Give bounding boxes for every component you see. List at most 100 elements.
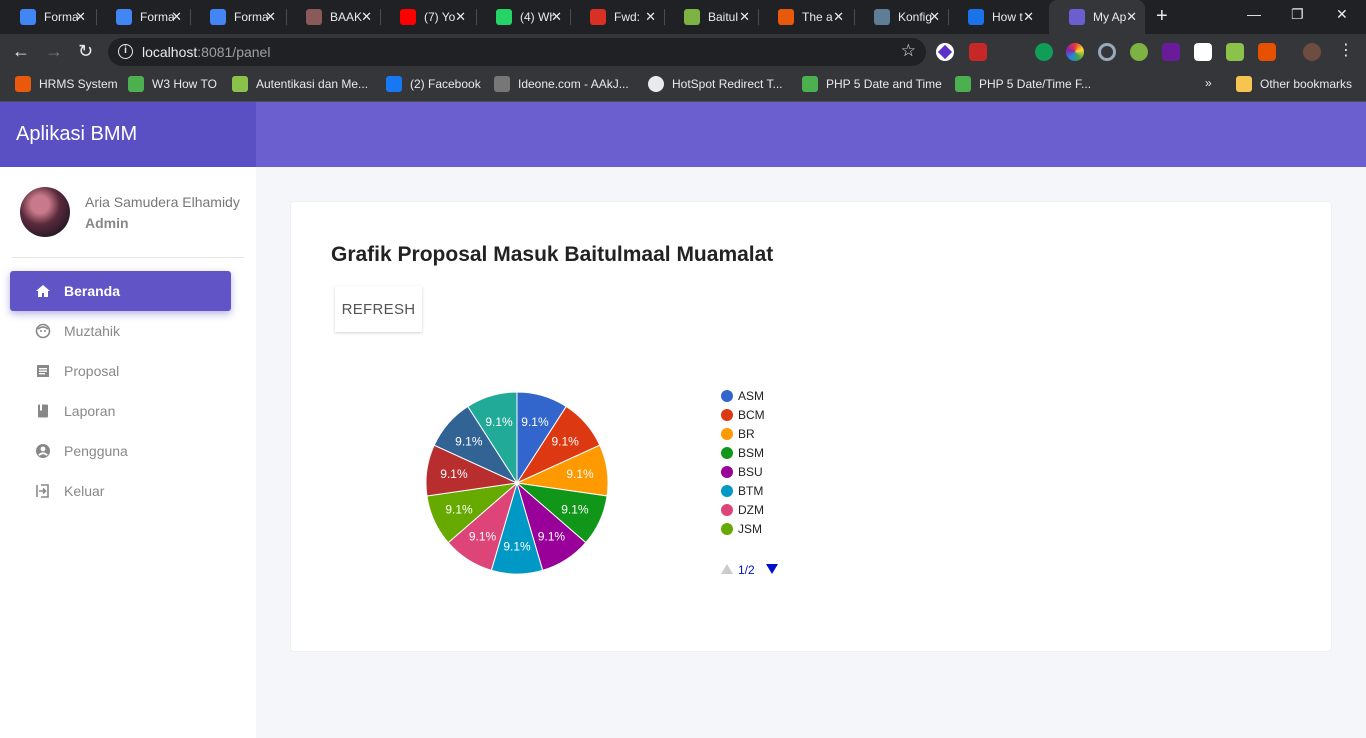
extension-square-icon[interactable] bbox=[1226, 43, 1244, 61]
account-icon bbox=[35, 443, 51, 459]
browser-tab[interactable]: Baitul ✕ bbox=[664, 0, 758, 34]
bookmark-item[interactable]: W3 How TO bbox=[128, 76, 217, 92]
browser-tab-strip: Forma ✕ Forma ✕ Forma ✕ BAAK ✕ (7) Yo ✕ (4) Wh ✕ Fwd… bbox=[0, 0, 1366, 34]
browser-tab[interactable]: (7) Yo ✕ bbox=[380, 0, 474, 34]
browser-tab[interactable]: Fwd: ✕ bbox=[570, 0, 664, 34]
site-info-icon[interactable]: i bbox=[118, 44, 133, 59]
close-tab-icon[interactable]: ✕ bbox=[739, 9, 750, 25]
browser-tab[interactable]: BAAK ✕ bbox=[286, 0, 380, 34]
tab-title: (7) Yo bbox=[424, 10, 456, 24]
restore-icon[interactable]: ❐ bbox=[1291, 6, 1304, 23]
browser-tab[interactable]: How t ✕ bbox=[948, 0, 1042, 34]
w3-icon bbox=[955, 76, 971, 92]
sidebar-item-keluar[interactable]: Keluar bbox=[10, 471, 231, 511]
w3-icon bbox=[128, 76, 144, 92]
close-window-icon[interactable]: ✕ bbox=[1336, 6, 1348, 23]
browser-tab[interactable]: Forma ✕ bbox=[96, 0, 190, 34]
sidebar-item-label: Keluar bbox=[64, 483, 105, 499]
menu-kebab-icon[interactable]: ⋮ bbox=[1338, 40, 1354, 60]
forward-icon[interactable]: → bbox=[45, 41, 63, 62]
address-bar[interactable]: i localhost:8081/panel ☆ bbox=[108, 38, 926, 66]
new-tab-button[interactable]: + bbox=[1156, 5, 1168, 28]
legend-prev-icon[interactable] bbox=[721, 564, 733, 574]
pie-chart: 9.1%9.1%9.1%9.1%9.1%9.1%9.1%9.1%9.1%9.1%… bbox=[425, 389, 778, 577]
close-tab-icon[interactable]: ✕ bbox=[645, 9, 656, 25]
profile-avatar-icon[interactable] bbox=[1303, 43, 1321, 61]
browser-tab[interactable]: The a ✕ bbox=[758, 0, 852, 34]
close-tab-icon[interactable]: ✕ bbox=[75, 9, 86, 25]
legend-label[interactable]: BTM bbox=[738, 484, 763, 498]
extension-color-icon[interactable] bbox=[1066, 43, 1084, 61]
legend-swatch bbox=[721, 409, 733, 421]
close-tab-icon[interactable]: ✕ bbox=[1126, 9, 1137, 25]
bookmark-item[interactable]: (2) Facebook bbox=[386, 76, 481, 92]
logout-icon bbox=[35, 483, 51, 499]
face-icon bbox=[35, 323, 51, 339]
extension-diamond-icon[interactable] bbox=[936, 43, 954, 61]
close-tab-icon[interactable]: ✕ bbox=[361, 9, 372, 25]
legend-label[interactable]: BSM bbox=[738, 446, 764, 460]
bookmark-item[interactable]: Ideone.com - AAkJ... bbox=[494, 76, 629, 92]
bookmark-item[interactable]: PHP 5 Date/Time F... bbox=[955, 76, 1091, 92]
close-tab-icon[interactable]: ✕ bbox=[1023, 9, 1034, 25]
browser-tab[interactable]: Konfig ✕ bbox=[854, 0, 948, 34]
pie-slice-label: 9.1% bbox=[455, 434, 483, 448]
pie-slice-label: 9.1% bbox=[440, 467, 468, 481]
extension-blank-icon[interactable] bbox=[1002, 43, 1020, 61]
back-icon[interactable]: ← bbox=[12, 41, 30, 62]
sidebar-item-muztahik[interactable]: Muztahik bbox=[10, 311, 231, 351]
bookmark-item[interactable]: HotSpot Redirect T... bbox=[648, 76, 783, 92]
bookmark-label: Ideone.com - AAkJ... bbox=[518, 77, 629, 91]
legend-next-icon[interactable] bbox=[766, 564, 778, 574]
pie-slice-label: 9.1% bbox=[521, 415, 549, 429]
browser-tab[interactable]: Forma ✕ bbox=[0, 0, 94, 34]
legend-swatch bbox=[721, 485, 733, 497]
bookmark-item[interactable]: HRMS System bbox=[15, 76, 118, 92]
close-tab-icon[interactable]: ✕ bbox=[551, 9, 562, 25]
legend-label[interactable]: BSU bbox=[738, 465, 763, 479]
close-tab-icon[interactable]: ✕ bbox=[265, 9, 276, 25]
browser-tab[interactable]: Forma ✕ bbox=[190, 0, 284, 34]
other-bookmarks-folder[interactable]: Other bookmarks bbox=[1236, 76, 1352, 92]
bookmark-star-icon[interactable]: ☆ bbox=[901, 41, 916, 61]
legend-swatch bbox=[721, 523, 733, 535]
close-tab-icon[interactable]: ✕ bbox=[833, 9, 844, 25]
bookmark-label: (2) Facebook bbox=[410, 77, 481, 91]
sidebar-item-proposal[interactable]: Proposal bbox=[10, 351, 231, 391]
bookmark-item[interactable]: Autentikasi dan Me... bbox=[232, 76, 368, 92]
close-tab-icon[interactable]: ✕ bbox=[929, 9, 940, 25]
tab-title: Forma bbox=[44, 10, 78, 24]
app-brand[interactable]: Aplikasi BMM bbox=[0, 102, 256, 167]
reload-icon[interactable]: ↻ bbox=[78, 41, 93, 62]
extension-ninja-icon[interactable] bbox=[1194, 43, 1212, 61]
bookmark-label: HotSpot Redirect T... bbox=[672, 77, 783, 91]
sidebar-item-beranda[interactable]: Beranda bbox=[10, 271, 231, 311]
legend-label[interactable]: BCM bbox=[738, 408, 765, 422]
sidebar-item-label: Pengguna bbox=[64, 443, 128, 459]
extension-ring-icon[interactable] bbox=[1098, 43, 1116, 61]
how-icon bbox=[968, 9, 984, 25]
sidebar-item-laporan[interactable]: Laporan bbox=[10, 391, 231, 431]
bookmark-item[interactable]: PHP 5 Date and Time bbox=[802, 76, 942, 92]
tab-title: (4) Wh bbox=[520, 10, 554, 24]
legend-label[interactable]: BR bbox=[738, 427, 755, 441]
url-text[interactable]: localhost:8081/panel bbox=[142, 44, 270, 60]
extension-x-icon[interactable] bbox=[1162, 43, 1180, 61]
close-tab-icon[interactable]: ✕ bbox=[455, 9, 466, 25]
extension-badge-icon[interactable] bbox=[1035, 43, 1053, 61]
sidebar-item-pengguna[interactable]: Pengguna bbox=[10, 431, 231, 471]
tab-title: BAAK bbox=[330, 10, 363, 24]
close-tab-icon[interactable]: ✕ bbox=[171, 9, 182, 25]
extension-cors-icon[interactable] bbox=[969, 43, 987, 61]
browser-tab[interactable]: My Ap ✕ bbox=[1049, 0, 1145, 34]
browser-toolbar: ← → ↻ i localhost:8081/panel ☆ ⋮ bbox=[0, 34, 1366, 70]
legend-label[interactable]: DZM bbox=[738, 503, 764, 517]
facebook-icon bbox=[386, 76, 402, 92]
legend-label[interactable]: ASM bbox=[738, 389, 764, 403]
extension-zap-icon[interactable] bbox=[1258, 43, 1276, 61]
extension-cube-icon[interactable] bbox=[1130, 43, 1148, 61]
browser-tab[interactable]: (4) Wh ✕ bbox=[476, 0, 570, 34]
legend-label[interactable]: JSM bbox=[738, 522, 762, 536]
more-bookmarks-button[interactable]: » bbox=[1205, 76, 1212, 90]
minimize-icon[interactable]: — bbox=[1247, 6, 1261, 22]
